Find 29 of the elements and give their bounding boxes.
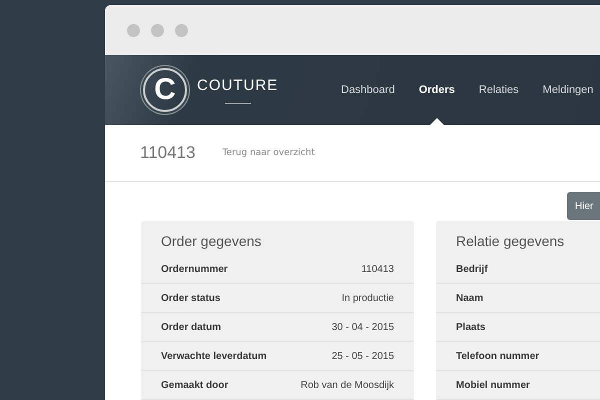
field-label: Telefoon nummer <box>456 350 540 362</box>
field-label: Naam <box>456 292 484 304</box>
nav-tab[interactable]: Meldingen <box>542 55 594 125</box>
nav-tab[interactable]: Dashboard <box>341 55 395 125</box>
back-link[interactable]: Terug naar overzicht <box>222 148 315 158</box>
action-button[interactable]: Hier <box>567 192 600 220</box>
field-label: Mobiel nummer <box>456 380 530 390</box>
nav-tab[interactable]: Relaties <box>478 55 519 125</box>
field-label: Gemaakt door <box>161 380 228 390</box>
field-label: Order datum <box>161 322 222 332</box>
nav-tab[interactable]: Orders <box>418 55 455 125</box>
logo-icon: C <box>143 68 187 112</box>
card-title: Relatie gegevens <box>455 232 566 251</box>
order-number: 110413 <box>140 143 196 163</box>
field-label: Order status <box>161 292 220 304</box>
field-value: 25 - 05 - 2015 <box>332 350 394 362</box>
field-label: Plaats <box>456 322 486 332</box>
window-dot-icon[interactable] <box>151 24 164 36</box>
field-value: Rob van de Moosdijk <box>300 380 394 390</box>
field-label: Bedrijf <box>456 264 488 274</box>
brand-name: COUTURE <box>197 76 278 94</box>
window-dot-icon[interactable] <box>175 24 188 36</box>
field-label: Ordernummer <box>161 264 228 274</box>
field-label: Verwachte leverdatum <box>161 350 267 362</box>
card-title: Order gegevens <box>160 232 262 251</box>
window-dot-icon[interactable] <box>127 24 140 36</box>
field-value: 110413 <box>361 264 394 274</box>
field-value: 30 - 04 - 2015 <box>332 322 394 332</box>
field-value: In productie <box>342 292 394 304</box>
